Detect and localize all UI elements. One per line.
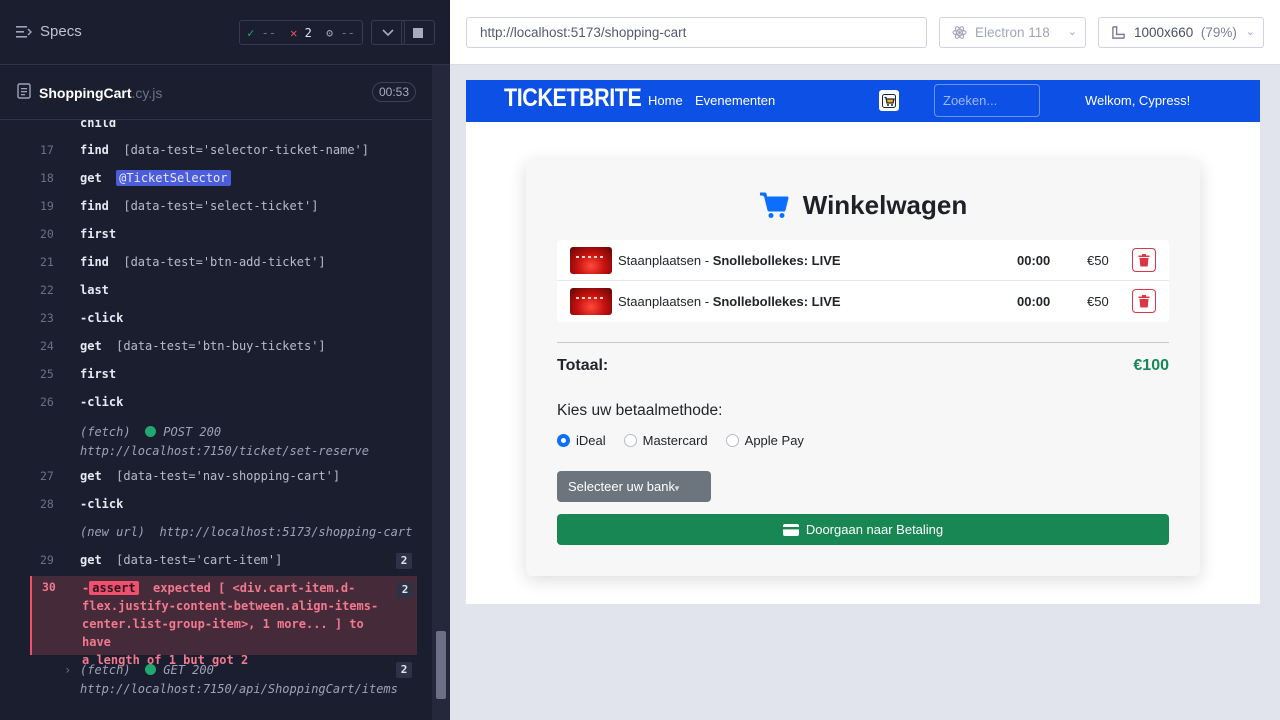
scrollbar-thumb[interactable] (436, 631, 446, 699)
browser-selector[interactable]: Electron 118 ⌄ (939, 17, 1086, 48)
credit-card-icon (782, 523, 799, 536)
assertion-error[interactable]: 30 - assert expected [ <div.cart-item.d-f… (30, 576, 417, 667)
spec-header: ShoppingCart.cy.js 00:53 (0, 74, 432, 120)
cart-icon (882, 93, 896, 108)
assert-tag: assert (89, 581, 139, 595)
status-dot-icon (145, 664, 157, 675)
payment-method-group: iDeal Mastercard Apple Pay (557, 433, 812, 448)
count-badge: 2 (396, 553, 412, 569)
cart-item: Staanplaatsen - Snollebollekes: LIVE 00:… (557, 240, 1169, 281)
x-icon: ✕ (290, 25, 298, 40)
proceed-to-payment-button[interactable]: Doorgaan naar Betaling (557, 514, 1169, 545)
search-input[interactable]: Zoeken... (934, 84, 1040, 117)
specs-list-icon (16, 25, 32, 39)
cart-item-list: Staanplaatsen - Snollebollekes: LIVE 00:… (557, 240, 1169, 322)
pending-icon: ʘ (325, 25, 334, 40)
chevron-down-icon: ⌄ (1245, 26, 1255, 38)
viewport-selector[interactable]: 1000x660 (79%) ⌄ (1098, 17, 1264, 48)
bank-select-dropdown[interactable]: Selecteer uw bank▼ (557, 471, 711, 502)
zoom-level: (79%) (1200, 25, 1237, 40)
status-dot-icon (145, 426, 157, 437)
stop-button[interactable] (401, 20, 435, 45)
specs-toggle[interactable]: Specs (16, 23, 82, 40)
runner-toolbar: Specs ✓ -- ✕ 2 ʘ -- (0, 0, 450, 65)
nav-home[interactable]: Home (648, 93, 683, 108)
ticket-name: Staanplaatsen - Snollebollekes: LIVE (618, 253, 841, 268)
event-thumbnail (570, 288, 612, 315)
shopping-cart-card: Winkelwagen Staanplaatsen - Snollebollek… (526, 160, 1200, 576)
remove-item-button[interactable] (1132, 289, 1156, 313)
pending-stat: ʘ -- (325, 25, 355, 40)
payment-method-label: Kies uw betaalmethode: (557, 402, 723, 419)
check-icon: ✓ (247, 25, 255, 40)
chevron-down-icon: ⌄ (1067, 26, 1077, 38)
reservation-timer: 00:00 (1017, 294, 1051, 309)
chevron-down-icon (382, 28, 394, 36)
command-log-scrollbar[interactable] (432, 65, 450, 720)
url-bar[interactable]: http://localhost:5173/shopping-cart (466, 17, 927, 48)
total-value: €100 (1133, 357, 1169, 374)
radio-unchecked-icon[interactable] (623, 434, 637, 447)
cart-item: Staanplaatsen - Snollebollekes: LIVE 00:… (557, 281, 1169, 322)
viewport-size: 1000x660 (1134, 25, 1194, 40)
failed-stat: ✕ 2 (290, 25, 312, 40)
ticket-price: €50 (1087, 294, 1109, 309)
duration-badge: 00:53 (371, 82, 416, 102)
payment-option-mastercard[interactable]: Mastercard (623, 433, 708, 448)
count-badge: 2 (396, 662, 412, 678)
count-badge: 2 (397, 582, 413, 598)
electron-icon (952, 26, 967, 39)
nav-events[interactable]: Evenementen (695, 93, 775, 108)
spec-file-name: ShoppingCart (39, 84, 132, 101)
trash-icon (1138, 294, 1150, 307)
spec-file[interactable]: ShoppingCart.cy.js (17, 83, 162, 102)
app-frame: TICKETBRITE Home Evenementen Zoeken... W… (466, 80, 1260, 604)
stop-icon (413, 27, 423, 38)
chevron-right-icon: › (64, 663, 72, 677)
navbar: TICKETBRITE Home Evenementen Zoeken... W… (466, 80, 1260, 122)
ticket-price: €50 (1087, 253, 1109, 268)
page-title: Winkelwagen (526, 190, 1200, 221)
radio-checked-icon[interactable] (557, 434, 570, 447)
reservation-timer: 00:00 (1017, 253, 1051, 268)
brand-logo[interactable]: TICKETBRITE (504, 84, 642, 113)
cypress-runner: Specs ✓ -- ✕ 2 ʘ -- ShoppingCart.cy.js 0… (0, 0, 450, 720)
trash-icon (1138, 253, 1150, 266)
divider (557, 342, 1169, 343)
chevron-down-button[interactable] (371, 20, 405, 45)
browser-name: Electron 118 (975, 25, 1050, 40)
passed-stat: ✓ -- (247, 25, 276, 40)
aut-header: http://localhost:5173/shopping-cart Elec… (450, 0, 1280, 65)
cart-icon (759, 192, 789, 218)
test-stats: ✓ -- ✕ 2 ʘ -- (239, 20, 363, 45)
command-log: child 17 find [data-test='selector-ticket… (0, 120, 432, 720)
event-thumbnail (570, 247, 612, 274)
nav-shopping-cart[interactable] (879, 90, 899, 111)
radio-unchecked-icon[interactable] (725, 434, 739, 447)
ticket-name: Staanplaatsen - Snollebollekes: LIVE (618, 294, 841, 309)
total-label: Totaal: (557, 357, 609, 374)
file-icon (17, 83, 31, 102)
spec-file-ext: .cy.js (131, 84, 163, 101)
payment-option-ideal[interactable]: iDeal (557, 433, 606, 448)
alias-tag: @TicketSelector (116, 170, 231, 186)
remove-item-button[interactable] (1132, 248, 1156, 272)
ruler-icon (1112, 26, 1125, 39)
caret-down-icon: ▼ (672, 484, 681, 493)
payment-option-apple-pay[interactable]: Apple Pay (725, 433, 804, 448)
welcome-text: Welkom, Cypress! (1085, 93, 1191, 108)
specs-label: Specs (40, 23, 82, 40)
